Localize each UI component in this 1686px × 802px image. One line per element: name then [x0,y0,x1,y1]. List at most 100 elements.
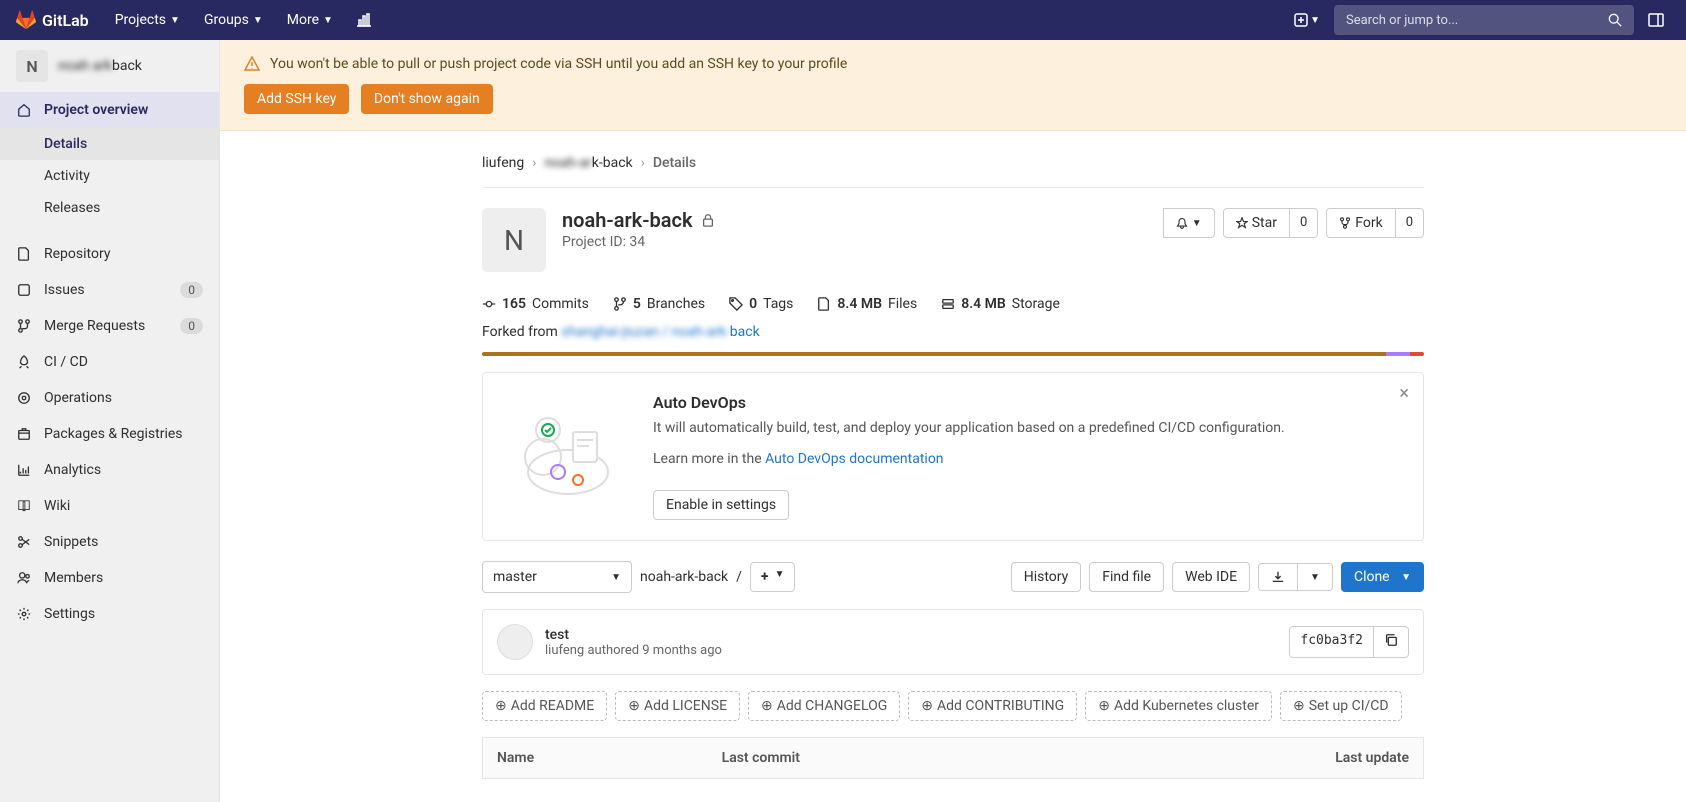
new-menu-button[interactable]: ▼ [1288,9,1326,31]
main-content: You won't be able to pull or push projec… [220,40,1686,802]
path-root[interactable]: noah-ark-back [640,569,728,585]
sidebar: N noah arkback Project overview Details … [0,40,220,802]
fork-button-group: Fork 0 [1326,208,1424,238]
commit-icon [482,297,496,311]
lang-java [482,352,1386,356]
lang-other2 [1410,352,1424,356]
search-input[interactable] [1346,13,1608,28]
nav-projects[interactable]: Projects▼ [105,0,190,40]
scissors-icon [16,535,32,549]
forked-from-link[interactable]: shanghai-jiuzan / noah-ark-back [561,324,759,340]
project-title: noah-ark-back [562,208,715,232]
col-last-update: Last update [1073,738,1424,779]
notification-button-group[interactable]: ▼ [1163,208,1215,238]
fork-button[interactable]: Fork [1326,208,1395,238]
close-panel-button[interactable]: × [1399,383,1409,404]
breadcrumb: liufeng › noah-ark-back › Details [482,147,1424,188]
book-icon [16,499,32,513]
sidebar-item-snippets[interactable]: Snippets [0,524,219,560]
sidebar-item-merge-requests[interactable]: Merge Requests 0 [0,308,219,344]
search-icon [1608,13,1622,27]
star-icon [1236,217,1248,229]
project-hero-avatar: N [482,208,546,272]
sidebar-item-wiki[interactable]: Wiki [0,488,219,524]
search-box[interactable] [1334,5,1634,35]
sidebar-toggle[interactable] [1642,0,1670,40]
nav-milestones-icon[interactable] [347,0,383,40]
nav-groups[interactable]: Groups▼ [194,0,273,40]
sidebar-sub-details[interactable]: Details [0,128,219,160]
last-commit-box: test liufeng authored 9 months ago fc0ba… [482,609,1424,675]
chevron-down-icon: ▼ [1310,15,1320,26]
sidebar-item-issues[interactable]: Issues 0 [0,272,219,308]
sidebar-item-operations[interactable]: Operations [0,380,219,416]
add-changelog-button[interactable]: ⊕ Add CHANGELOG [748,691,900,721]
language-bar[interactable] [482,352,1424,356]
commit-author-avatar[interactable] [497,624,533,660]
breadcrumb-project[interactable]: noah-ark-back [544,155,632,171]
dismiss-alert-button[interactable]: Don't show again [361,84,493,114]
copy-sha-button[interactable] [1374,626,1409,658]
sidebar-item-settings[interactable]: Settings [0,596,219,632]
breadcrumb-page: Details [653,155,696,171]
sidebar-sub-releases[interactable]: Releases [0,192,219,224]
setup-cicd-button[interactable]: ⊕ Set up CI/CD [1280,691,1402,721]
devops-doc-link[interactable]: Auto DevOps documentation [765,451,943,467]
fork-count: 0 [1396,208,1424,238]
breadcrumb-owner[interactable]: liufeng [482,155,524,171]
stat-branches[interactable]: 5 Branches [613,296,705,312]
tag-icon [729,297,743,311]
add-ssh-key-button[interactable]: Add SSH key [244,84,349,114]
devops-title: Auto DevOps [653,393,1285,412]
analytics-icon [16,463,32,477]
clone-button[interactable]: Clone ▼ [1341,562,1424,592]
commit-title[interactable]: test [545,627,722,643]
star-button[interactable]: Star [1223,208,1290,238]
gitlab-logo[interactable]: GitLab [16,10,89,30]
stat-storage[interactable]: 8.4 MB Storage [941,296,1060,312]
commit-sha[interactable]: fc0ba3f2 [1289,626,1374,658]
sidebar-item-overview[interactable]: Project overview [0,92,219,128]
add-k8s-button[interactable]: ⊕ Add Kubernetes cluster [1085,691,1272,721]
members-icon [16,571,32,585]
chevron-down-icon: ▼ [1192,218,1202,229]
issues-icon [16,283,32,297]
sidebar-sub-activity[interactable]: Activity [0,160,219,192]
download-icon [1271,570,1285,584]
sidebar-item-analytics[interactable]: Analytics [0,452,219,488]
stat-tags[interactable]: 0 Tags [729,296,793,312]
add-contributing-button[interactable]: ⊕ Add CONTRIBUTING [908,691,1077,721]
rocket-icon [16,355,32,369]
chevron-down-icon: ▼ [775,569,785,585]
nav-more[interactable]: More▼ [277,0,343,40]
project-stats: 165 Commits 5 Branches 0 Tags 8.4 MB Fil… [482,288,1424,324]
chevron-down-icon: ▼ [253,15,263,26]
warning-icon [244,56,260,72]
sidebar-item-repository[interactable]: Repository [0,236,219,272]
web-ide-button[interactable]: Web IDE [1172,562,1250,592]
chevron-right-icon: › [641,155,645,171]
add-file-button[interactable]: +▼ [750,562,796,592]
fork-icon [1339,217,1351,229]
lock-icon [701,213,715,227]
brand-text: GitLab [42,11,89,30]
sidebar-item-cicd[interactable]: CI / CD [0,344,219,380]
branch-select[interactable]: master ▼ [482,561,632,593]
sidebar-item-members[interactable]: Members [0,560,219,596]
sidebar-item-packages[interactable]: Packages & Registries [0,416,219,452]
forked-from: Forked from shanghai-jiuzan / noah-ark-b… [482,324,1424,352]
stat-files[interactable]: 8.4 MB Files [817,296,917,312]
chevron-down-icon: ▼ [323,15,333,26]
stat-commits[interactable]: 165 Commits [482,296,589,312]
sidebar-project-header[interactable]: N noah arkback [0,40,219,92]
download-button-group[interactable]: ▼ [1258,563,1333,591]
find-file-button[interactable]: Find file [1089,562,1164,592]
alert-message: You won't be able to pull or push projec… [270,56,847,72]
add-license-button[interactable]: ⊕ Add LICENSE [615,691,740,721]
lang-other1 [1386,352,1410,356]
history-button[interactable]: History [1011,562,1082,592]
sidebar-project-name: noah arkback [58,58,142,74]
add-readme-button[interactable]: ⊕ Add README [482,691,607,721]
enable-devops-button[interactable]: Enable in settings [653,490,789,520]
project-avatar: N [16,50,48,82]
